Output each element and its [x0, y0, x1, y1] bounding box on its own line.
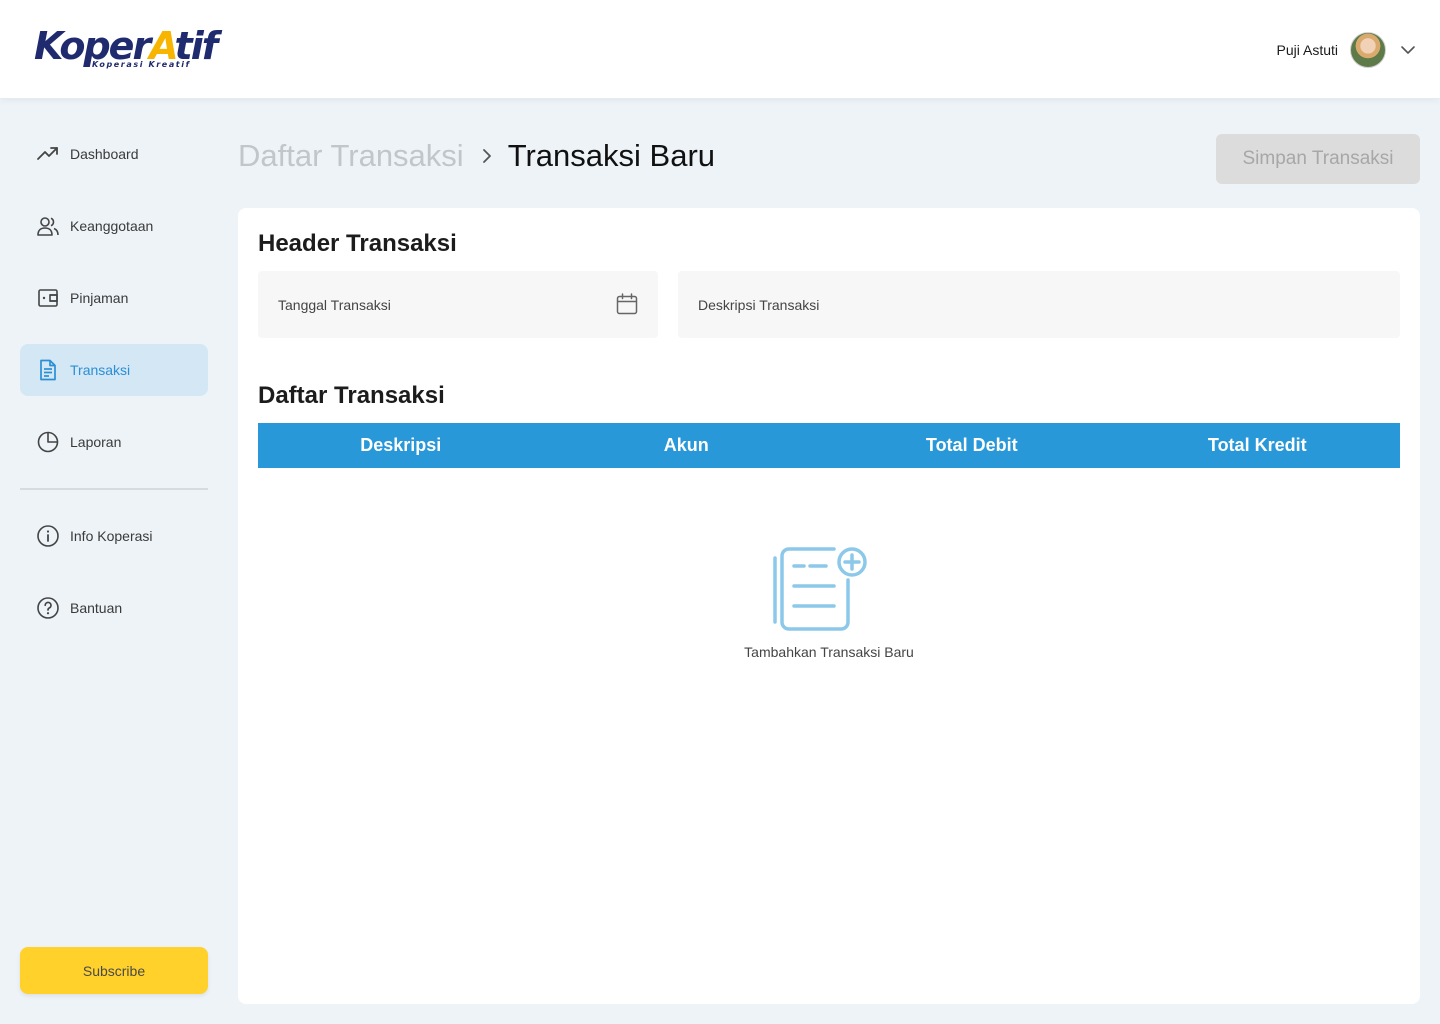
- sidebar: Dashboard Keanggotaan Pinjaman Transaksi…: [20, 128, 208, 654]
- column-header-akun: Akun: [663, 435, 709, 455]
- save-transaction-button[interactable]: Simpan Transaksi: [1216, 134, 1420, 184]
- transaction-date-field[interactable]: Tanggal Transaksi: [258, 271, 658, 338]
- chevron-down-icon[interactable]: [1400, 42, 1416, 58]
- document-icon: [36, 358, 60, 382]
- transaction-date-placeholder: Tanggal Transaksi: [278, 296, 391, 313]
- user-name: Puji Astuti: [1276, 42, 1338, 58]
- list-section-title: Daftar Transaksi: [258, 382, 445, 409]
- add-transaction-icon[interactable]: [770, 544, 870, 634]
- column-header-total-kredit: Total Kredit: [1207, 435, 1307, 455]
- page-title: Transaksi Baru: [507, 138, 716, 173]
- info-icon: [36, 524, 60, 548]
- empty-state-label[interactable]: Tambahkan Transaksi Baru: [238, 644, 1420, 660]
- sidebar-item-label: Pinjaman: [70, 290, 129, 306]
- users-icon: [36, 214, 60, 238]
- calendar-icon[interactable]: [616, 293, 638, 315]
- sidebar-item-info-koperasi[interactable]: Info Koperasi: [20, 510, 208, 562]
- sidebar-item-label: Dashboard: [70, 146, 139, 162]
- transaction-form-card: Header Transaksi Tanggal Transaksi Deskr…: [238, 208, 1420, 1004]
- breadcrumb: Daftar Transaksi Transaksi Baru: [238, 134, 715, 178]
- sidebar-item-dashboard[interactable]: Dashboard: [20, 128, 208, 180]
- sidebar-item-transaksi[interactable]: Transaksi: [20, 344, 208, 396]
- transaction-description-placeholder: Deskripsi Transaksi: [698, 296, 820, 313]
- sidebar-item-label: Info Koperasi: [70, 528, 153, 544]
- chevron-right-icon: [482, 149, 491, 163]
- sidebar-item-label: Keanggotaan: [70, 218, 154, 234]
- logo-tagline: Koperasi Kreatif: [92, 60, 191, 69]
- sidebar-divider: [20, 488, 208, 490]
- transaction-description-field[interactable]: Deskripsi Transaksi: [678, 271, 1400, 338]
- sidebar-item-label: Transaksi: [70, 362, 131, 378]
- help-icon: [36, 596, 60, 620]
- sidebar-item-laporan[interactable]: Laporan: [20, 416, 208, 468]
- wallet-icon: [36, 286, 60, 310]
- user-menu[interactable]: Puji Astuti: [1277, 30, 1416, 70]
- breadcrumb-parent-link[interactable]: Daftar Transaksi: [238, 138, 464, 174]
- header-section-title: Header Transaksi: [258, 230, 457, 257]
- pie-chart-icon: [36, 430, 60, 454]
- column-header-total-debit: Total Debit: [925, 435, 1018, 455]
- transaction-table-header: Deskripsi Akun Total Debit Total Kredit: [258, 423, 1400, 468]
- koperatif-logo[interactable]: KoperAtif Koperasi Kreatif: [34, 24, 218, 74]
- top-bar: KoperAtif Koperasi Kreatif Puji Astuti: [0, 0, 1440, 98]
- sidebar-item-pinjaman[interactable]: Pinjaman: [20, 272, 208, 324]
- trending-up-icon: [36, 142, 60, 166]
- sidebar-item-label: Laporan: [70, 434, 122, 450]
- sidebar-item-label: Bantuan: [70, 600, 123, 616]
- avatar[interactable]: [1350, 32, 1386, 68]
- subscribe-button[interactable]: Subscribe: [20, 947, 208, 994]
- column-header-deskripsi: Deskripsi: [360, 435, 442, 455]
- sidebar-item-keanggotaan[interactable]: Keanggotaan: [20, 200, 208, 252]
- sidebar-item-bantuan[interactable]: Bantuan: [20, 582, 208, 634]
